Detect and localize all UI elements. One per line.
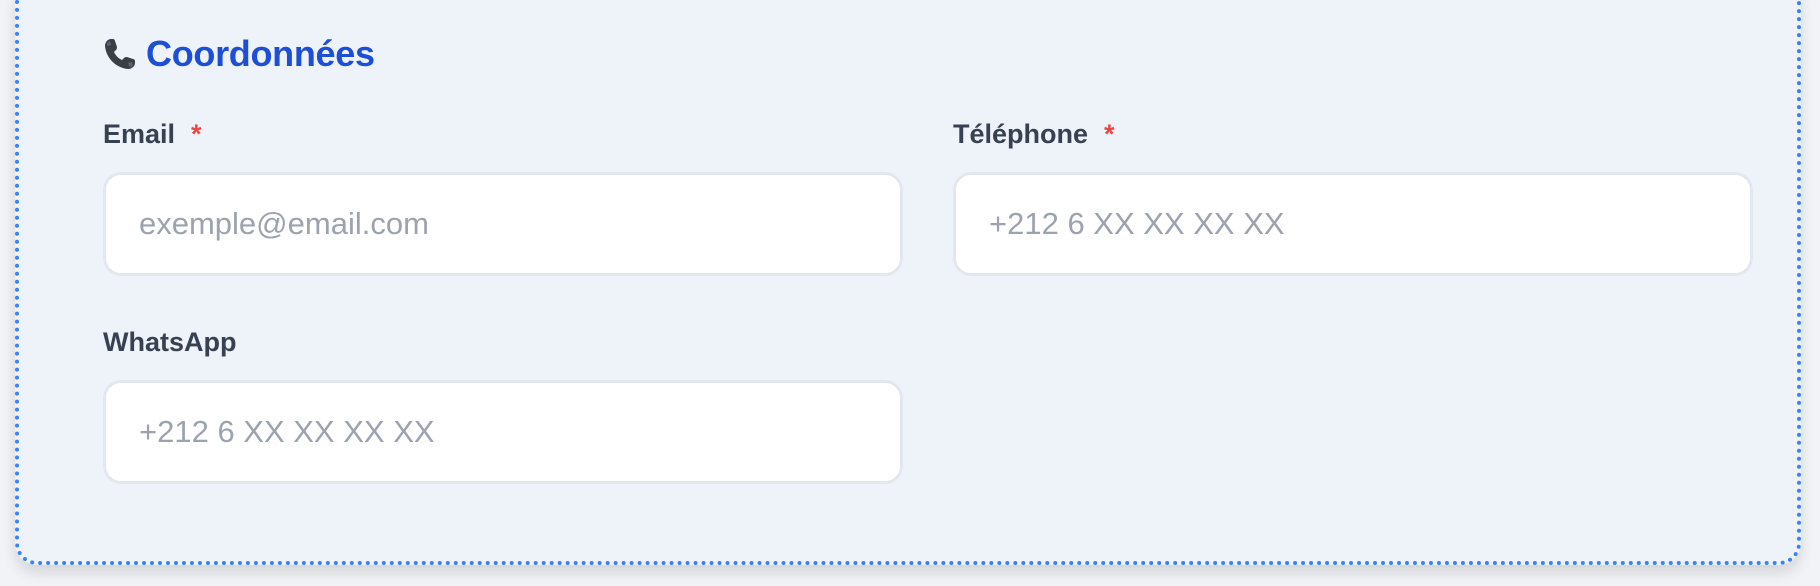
whatsapp-label-row: WhatsApp xyxy=(103,324,903,360)
email-required-indicator: * xyxy=(191,118,202,149)
phone-required-indicator: * xyxy=(1104,118,1115,149)
phone-label: Téléphone xyxy=(953,118,1089,149)
phone-label-row: Téléphone * xyxy=(953,116,1753,152)
section-title: Coordonnées xyxy=(146,33,375,74)
whatsapp-label: WhatsApp xyxy=(103,326,237,357)
telephone-receiver-icon xyxy=(102,36,138,72)
whatsapp-field-group: WhatsApp xyxy=(103,324,903,484)
email-field-group: Email * xyxy=(103,116,903,276)
section-header: Coordonnées xyxy=(102,31,375,77)
contact-section-card: Coordonnées Email * Téléphone * WhatsApp xyxy=(15,0,1801,565)
email-input[interactable] xyxy=(103,172,903,276)
whatsapp-input[interactable] xyxy=(103,380,903,484)
phone-input[interactable] xyxy=(953,172,1753,276)
email-label-row: Email * xyxy=(103,116,903,152)
phone-field-group: Téléphone * xyxy=(953,116,1753,276)
email-label: Email xyxy=(103,118,176,149)
